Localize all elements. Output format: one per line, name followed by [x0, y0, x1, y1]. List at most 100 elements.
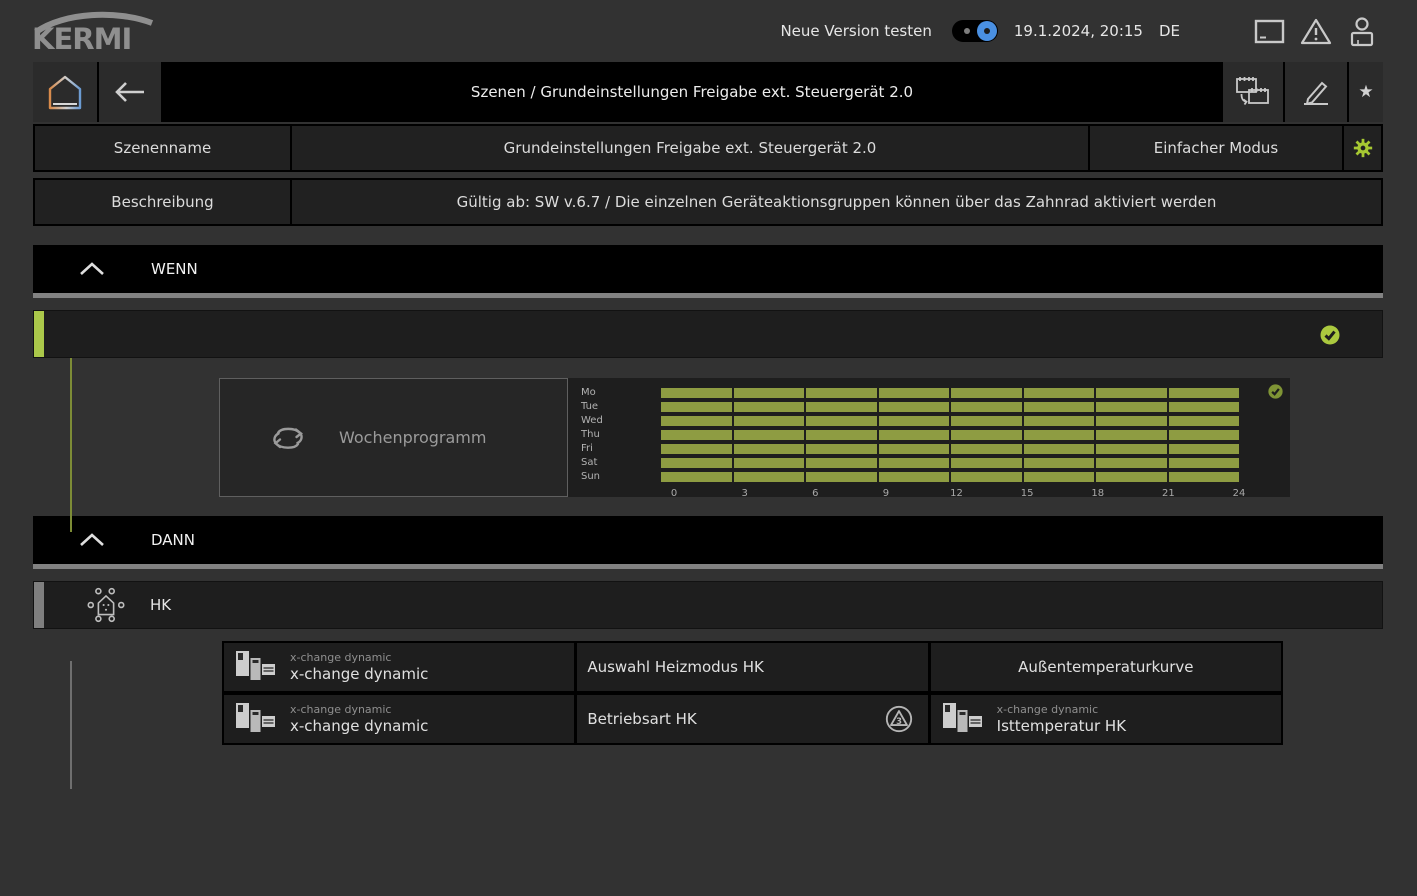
toggle-off-dot — [963, 28, 970, 34]
svg-text:KERMI: KERMI — [32, 22, 131, 54]
week-schedule-bar[interactable] — [661, 388, 1239, 398]
week-segment — [951, 458, 1022, 468]
display-icon — [1254, 19, 1285, 43]
home-button[interactable] — [33, 62, 97, 122]
new-version-label: Neue Version testen — [780, 22, 932, 40]
display-button[interactable] — [1254, 18, 1285, 45]
hour-tick-label: 6 — [812, 488, 819, 499]
week-segment — [951, 402, 1022, 412]
week-segment — [1168, 416, 1239, 426]
star-icon: ★ — [1358, 82, 1374, 102]
week-schedule-bar[interactable] — [661, 458, 1239, 468]
week-schedule-bar[interactable] — [661, 444, 1239, 454]
week-segment — [1023, 472, 1094, 482]
week-rows: Mo Tue Wed Thu Fri Sat Sun — [581, 386, 1290, 484]
hour-tick-label: 24 — [1232, 488, 1246, 499]
action-tile-betriebsart[interactable]: Betriebsart HK 3 — [577, 695, 928, 743]
heat-pump-device-icon — [234, 649, 276, 685]
auto-mode-icon: 3 — [884, 704, 914, 734]
device-type-label: x-change dynamic — [996, 702, 1099, 716]
edit-button[interactable] — [1285, 62, 1347, 122]
device-tile-isttemperatur[interactable]: x-change dynamic Isttemperatur HK — [930, 695, 1281, 743]
home-icon — [48, 75, 82, 110]
week-segment — [806, 444, 877, 454]
week-schedule-bar[interactable] — [661, 430, 1239, 440]
week-schedule-bar[interactable] — [661, 416, 1239, 426]
description-row: Beschreibung Gültig ab: SW v.6.7 / Die e… — [33, 178, 1383, 226]
week-segment — [733, 430, 804, 440]
device-name-label: x-change dynamic — [290, 716, 429, 735]
week-segment — [1023, 458, 1094, 468]
top-bar: KERMI Neue Version testen 19.1.2024, 20:… — [0, 0, 1417, 62]
week-segment — [1023, 430, 1094, 440]
week-segment — [661, 388, 732, 398]
hour-tick-label: 0 — [670, 488, 678, 499]
condition-row[interactable] — [33, 310, 1383, 358]
week-schedule-bar[interactable] — [661, 402, 1239, 412]
wenn-section-underline — [33, 293, 1383, 298]
week-segment — [806, 416, 877, 426]
action-tile-auswahl-heizmodus[interactable]: Auswahl Heizmodus HK — [577, 643, 928, 691]
chevron-up-icon[interactable] — [78, 262, 106, 276]
week-segment — [806, 388, 877, 398]
device-tile[interactable]: x-change dynamic x-change dynamic — [224, 695, 575, 743]
week-row: Thu — [581, 428, 1290, 442]
week-segment — [878, 402, 949, 412]
week-row: Tue — [581, 400, 1290, 414]
hour-tick-label: 15 — [1020, 488, 1034, 499]
week-segment — [733, 402, 804, 412]
week-segment — [878, 458, 949, 468]
simple-mode-button[interactable]: Einfacher Modus — [1090, 126, 1342, 170]
week-segment — [1023, 444, 1094, 454]
copy-scene-button[interactable] — [1223, 62, 1283, 122]
wenn-section-header[interactable]: WENN — [33, 245, 1383, 293]
week-segment — [951, 444, 1022, 454]
week-segment — [1096, 444, 1167, 454]
week-day-label: Fri — [581, 443, 593, 454]
back-button[interactable] — [99, 62, 161, 122]
new-version-toggle[interactable] — [951, 20, 998, 42]
svg-text:3: 3 — [896, 716, 902, 726]
warnings-button[interactable] — [1299, 17, 1333, 46]
hk-group-label: HK — [150, 596, 172, 614]
week-day-label: Tue — [581, 401, 599, 412]
week-program-label: Wochenprogramm — [339, 428, 487, 447]
week-hour-axis: 0 3 6 9 12 15 18 21 24 — [670, 486, 1246, 500]
scene-name-value[interactable]: Grundeinstellungen Freigabe ext. Steuerg… — [292, 126, 1088, 170]
week-segment — [1096, 388, 1167, 398]
repeat-icon — [265, 423, 311, 453]
week-segment — [951, 430, 1022, 440]
week-program-widget: Wochenprogramm Mo Tue Wed Thu Fri Sat Sun 0 3 6 9… — [219, 378, 1290, 500]
week-segment — [806, 402, 877, 412]
week-segment — [806, 430, 877, 440]
scene-name-row: Szenenname Grundeinstellungen Freigabe e… — [33, 124, 1383, 172]
user-button[interactable] — [1347, 16, 1377, 47]
hour-tick-label: 9 — [882, 488, 890, 499]
week-segment — [806, 458, 877, 468]
gear-icon — [1353, 138, 1372, 158]
language-label[interactable]: DE — [1159, 22, 1180, 40]
dann-section-header[interactable]: DANN — [33, 516, 1383, 564]
favorite-button[interactable]: ★ — [1349, 62, 1383, 122]
week-segment — [878, 388, 949, 398]
week-segment — [878, 444, 949, 454]
device-tile[interactable]: x-change dynamic x-change dynamic — [224, 643, 575, 691]
week-segment — [1096, 458, 1167, 468]
settings-button[interactable] — [1344, 126, 1381, 170]
actions-grid: x-change dynamic x-change dynamic Auswah… — [222, 641, 1283, 745]
week-segment — [1023, 388, 1094, 398]
condition-active-check-icon — [1320, 325, 1340, 345]
week-segment — [733, 472, 804, 482]
warning-triangle-icon — [1300, 18, 1332, 44]
week-segment — [661, 458, 732, 468]
week-segment — [661, 472, 732, 482]
week-segment — [878, 430, 949, 440]
chevron-up-icon[interactable] — [78, 533, 106, 547]
hk-group-row[interactable]: HK — [33, 581, 1383, 629]
week-program-tile[interactable]: Wochenprogramm — [219, 378, 568, 497]
week-segment — [806, 472, 877, 482]
week-row: Sat — [581, 456, 1290, 470]
description-value[interactable]: Gültig ab: SW v.6.7 / Die einzelnen Gerä… — [292, 180, 1381, 224]
action-tile-aussentemperaturkurve[interactable]: Außentemperaturkurve — [930, 643, 1281, 691]
week-schedule-bar[interactable] — [661, 472, 1239, 482]
